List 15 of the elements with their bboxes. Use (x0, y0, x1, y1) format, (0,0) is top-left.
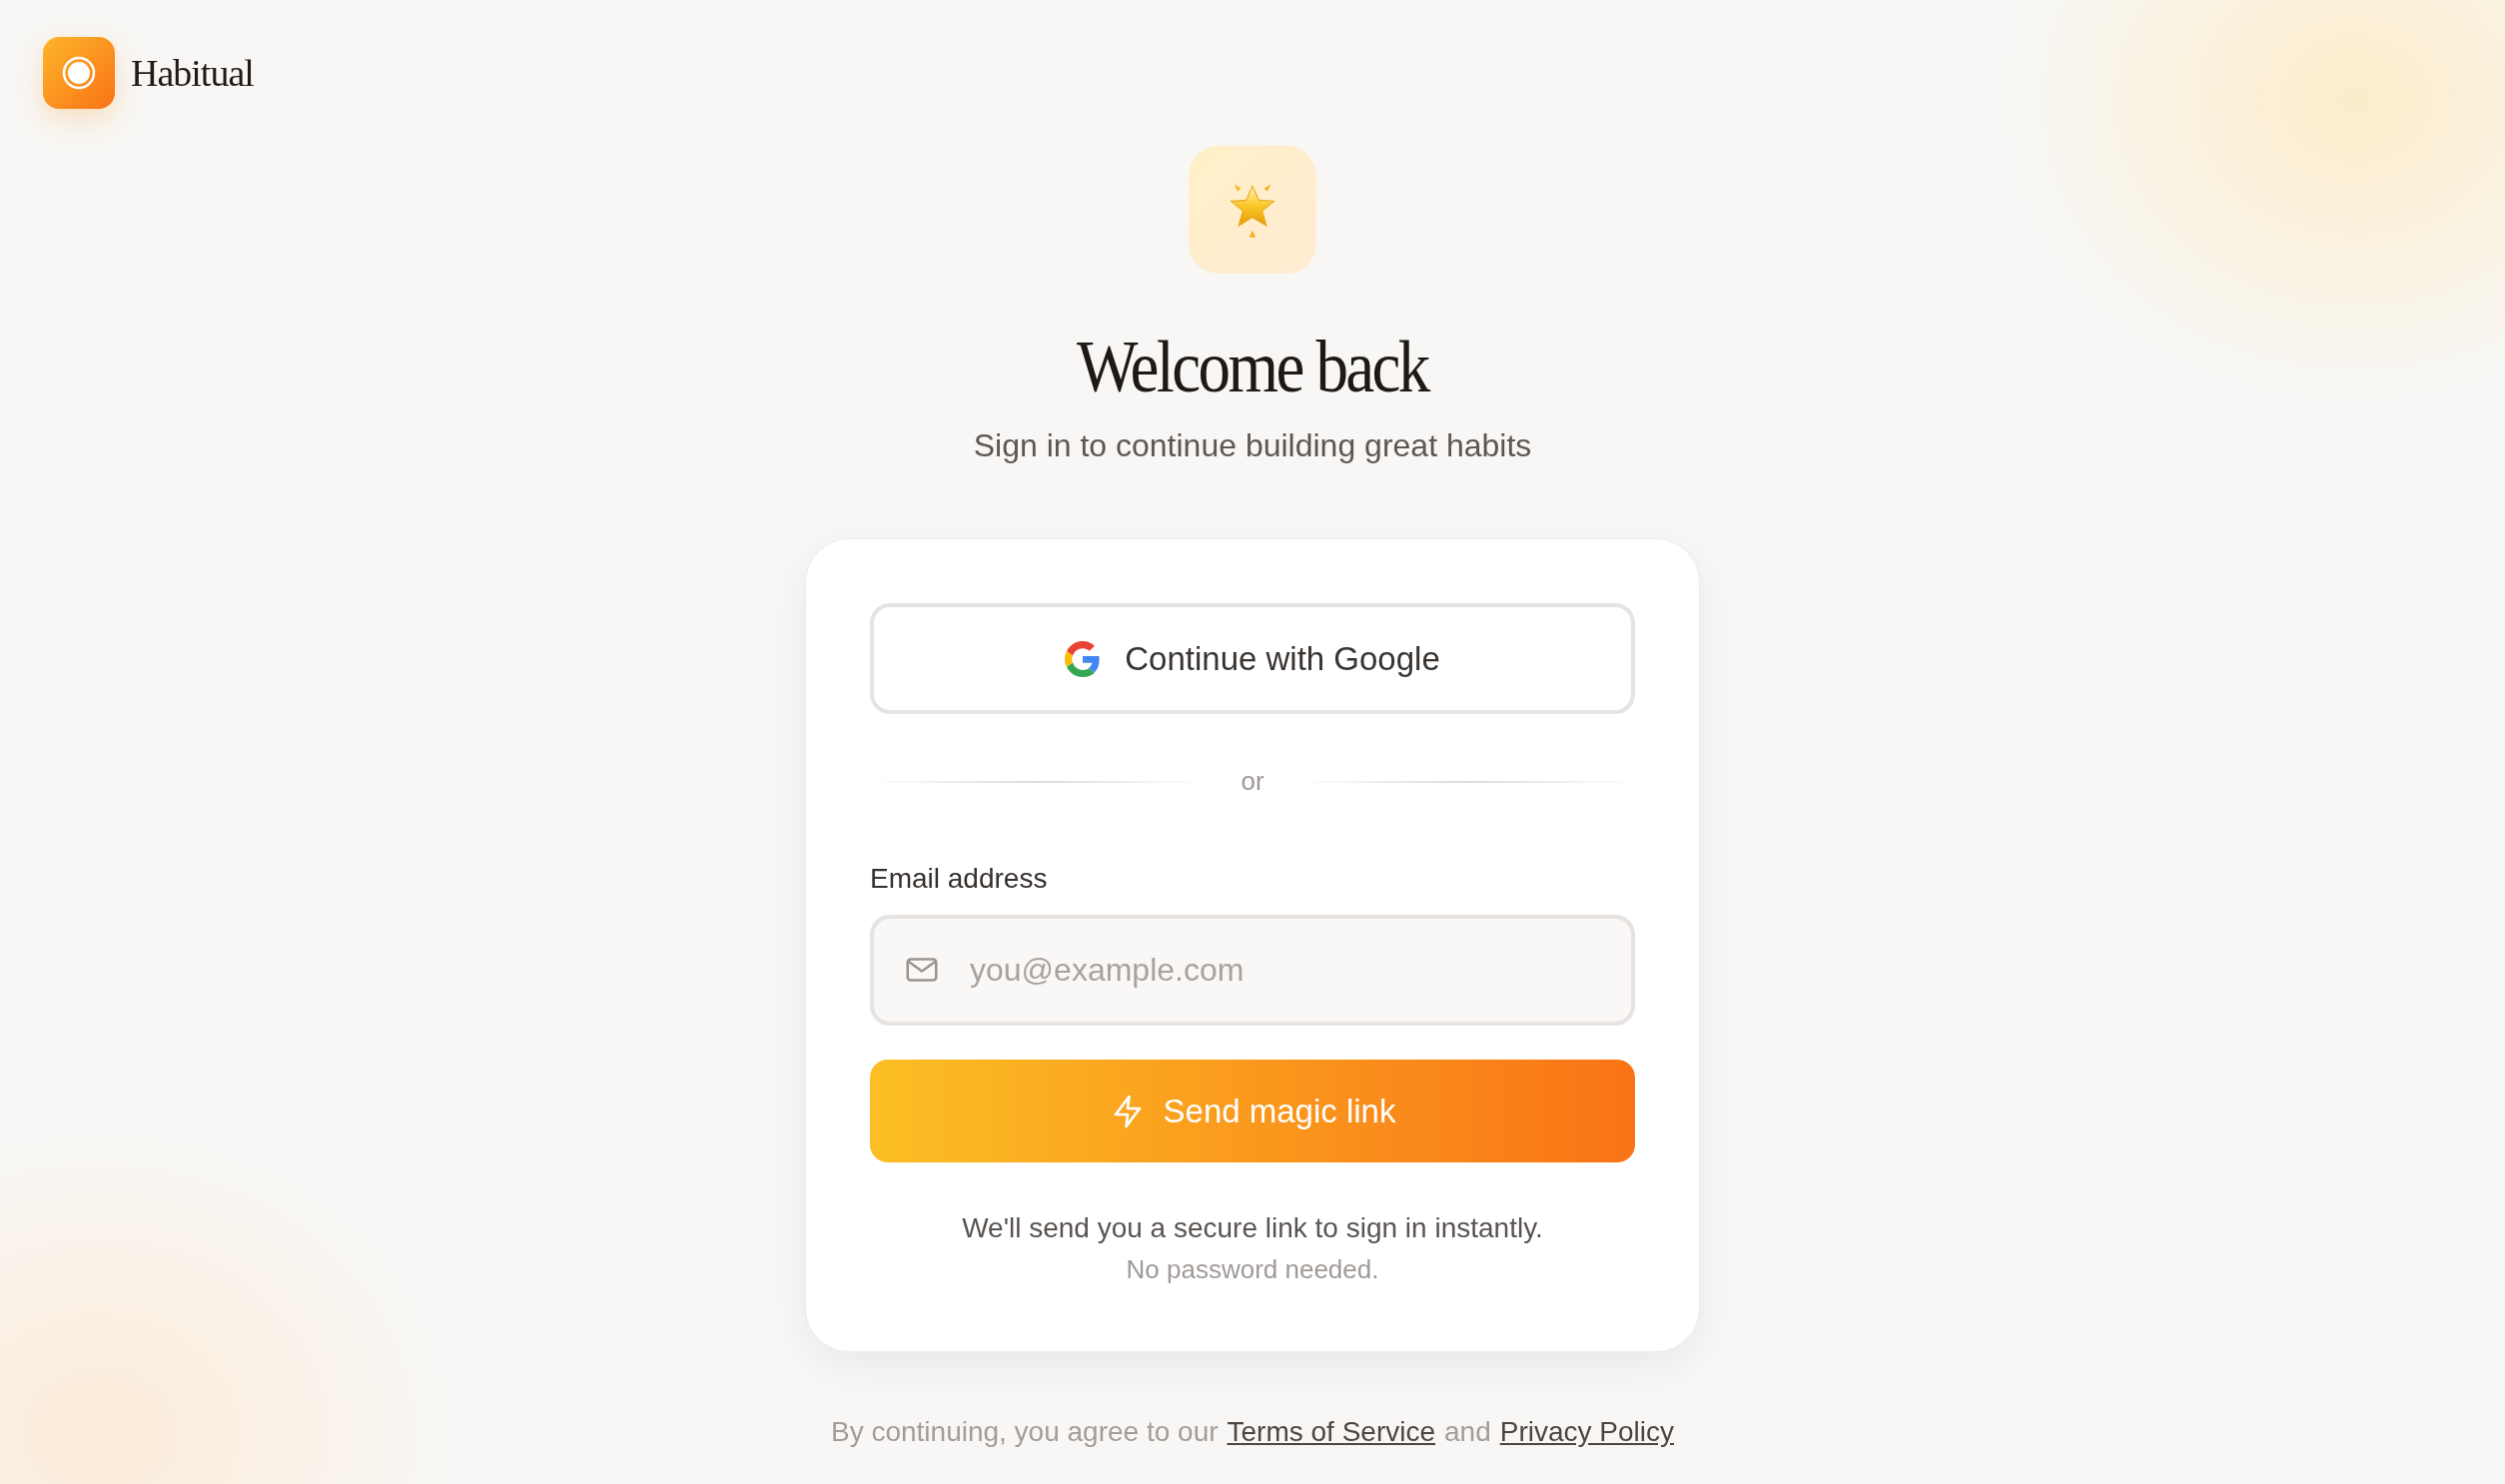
google-sign-in-button[interactable]: Continue with Google (870, 603, 1635, 714)
info-text: We'll send you a secure link to sign in instantly. (961, 1212, 1544, 1244)
page-subtitle: Sign in to continue building great habits (973, 427, 1532, 464)
legal-text: and (1444, 1416, 1491, 1448)
email-label: Email address (870, 863, 1049, 895)
legal-text: By continuing, you agree to our (830, 1416, 1219, 1448)
google-g-icon (1065, 640, 1102, 677)
info-subtext: No password needed. (1125, 1254, 1380, 1285)
brand-name: Habitual (131, 51, 254, 95)
divider-label: or (1241, 766, 1264, 797)
app-logo-icon (43, 37, 115, 109)
terms-link[interactable]: Terms of Service (1227, 1416, 1436, 1448)
privacy-link[interactable]: Privacy Policy (1499, 1416, 1675, 1448)
email-input-field[interactable]: you@example.com (870, 915, 1635, 1026)
page-title: Welcome back (1077, 330, 1428, 403)
